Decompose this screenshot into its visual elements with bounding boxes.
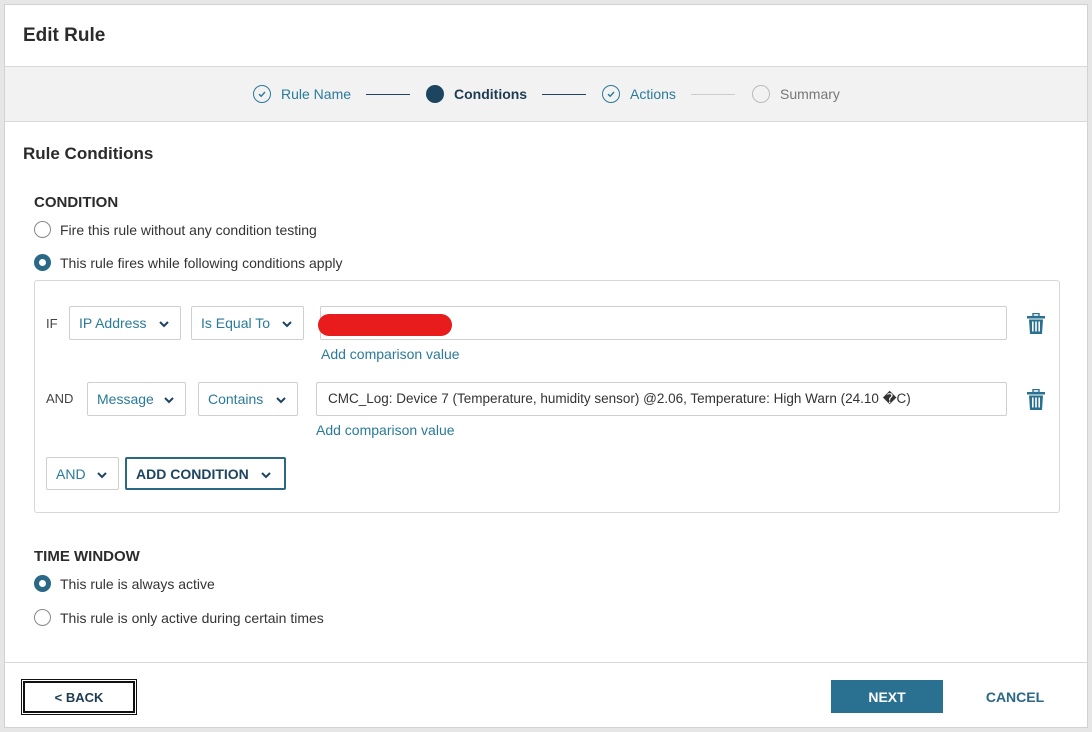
field-select[interactable]: Message xyxy=(87,382,186,416)
logic-select[interactable]: AND xyxy=(46,457,119,490)
field-select-value: IP Address xyxy=(79,315,147,331)
next-button[interactable]: NEXT xyxy=(831,680,943,713)
radio-icon[interactable] xyxy=(34,609,51,626)
dialog-title: Edit Rule xyxy=(23,25,106,46)
operator-select[interactable]: Contains xyxy=(198,382,298,416)
redaction-mark xyxy=(318,314,452,336)
condition-keyword: IF xyxy=(46,316,58,331)
chevron-down-icon xyxy=(282,321,292,328)
current-step-icon xyxy=(426,85,444,103)
radio-label: This rule is always active xyxy=(60,575,215,592)
step-connector xyxy=(691,94,735,95)
radio-label: Fire this rule without any condition tes… xyxy=(60,221,317,238)
trash-icon[interactable] xyxy=(1026,389,1046,411)
field-select[interactable]: IP Address xyxy=(69,306,181,340)
time-window-heading: TIME WINDOW xyxy=(34,548,140,565)
check-circle-icon xyxy=(602,85,620,103)
check-circle-icon xyxy=(253,85,271,103)
chevron-down-icon xyxy=(261,472,271,479)
radio-no-condition[interactable]: Fire this rule without any condition tes… xyxy=(34,221,317,238)
radio-label: This rule is only active during certain … xyxy=(60,609,324,626)
operator-select[interactable]: Is Equal To xyxy=(191,306,304,340)
trash-icon[interactable] xyxy=(1026,313,1046,335)
empty-circle-icon xyxy=(752,85,770,103)
operator-select-value: Is Equal To xyxy=(201,315,271,331)
back-button[interactable]: < BACK xyxy=(21,679,137,715)
edit-rule-dialog: Edit Rule Rule Name Conditions Actions S… xyxy=(4,4,1088,728)
chevron-down-icon xyxy=(276,397,286,404)
step-connector xyxy=(366,94,410,95)
step-label: Rule Name xyxy=(281,86,352,102)
add-comparison-value-link[interactable]: Add comparison value xyxy=(321,346,460,362)
step-summary[interactable]: Summary xyxy=(752,85,840,103)
step-rule-name[interactable]: Rule Name xyxy=(253,85,351,103)
condition-heading: CONDITION xyxy=(34,194,119,211)
step-connector xyxy=(542,94,586,95)
radio-label: This rule fires while following conditio… xyxy=(60,254,343,271)
comparison-value-text: CMC_Log: Device 7 (Temperature, humidity… xyxy=(328,391,911,406)
section-title: Rule Conditions xyxy=(23,144,154,163)
add-condition-label: ADD CONDITION xyxy=(136,465,249,482)
comparison-value-input[interactable]: CMC_Log: Device 7 (Temperature, humidity… xyxy=(316,382,1007,416)
operator-select-value: Contains xyxy=(208,391,264,407)
chevron-down-icon xyxy=(159,321,169,328)
step-conditions[interactable]: Conditions xyxy=(426,85,527,103)
logic-select-value: AND xyxy=(56,465,86,482)
step-label: Conditions xyxy=(454,86,528,102)
add-condition-button[interactable]: ADD CONDITION xyxy=(125,457,286,490)
radio-conditions-apply[interactable]: This rule fires while following conditio… xyxy=(34,254,342,271)
footer-divider xyxy=(5,662,1087,663)
comparison-value-input[interactable] xyxy=(318,306,1007,340)
chevron-down-icon xyxy=(97,472,107,479)
step-actions[interactable]: Actions xyxy=(602,85,676,103)
radio-always-active[interactable]: This rule is always active xyxy=(34,575,215,592)
add-comparison-value-link[interactable]: Add comparison value xyxy=(316,422,455,438)
conditions-box: IF IP Address Is Equal To Add comparison… xyxy=(34,280,1060,513)
condition-keyword: AND xyxy=(46,391,74,406)
cancel-button[interactable]: CANCEL xyxy=(970,680,1060,713)
radio-icon[interactable] xyxy=(34,254,51,271)
radio-icon[interactable] xyxy=(34,221,51,238)
chevron-down-icon xyxy=(164,397,174,404)
step-label: Summary xyxy=(780,86,840,102)
radio-icon[interactable] xyxy=(34,575,51,592)
field-select-value: Message xyxy=(97,391,154,407)
wizard-stepper: Rule Name Conditions Actions Summary xyxy=(5,66,1087,122)
radio-certain-times[interactable]: This rule is only active during certain … xyxy=(34,609,324,626)
step-label: Actions xyxy=(630,86,676,102)
